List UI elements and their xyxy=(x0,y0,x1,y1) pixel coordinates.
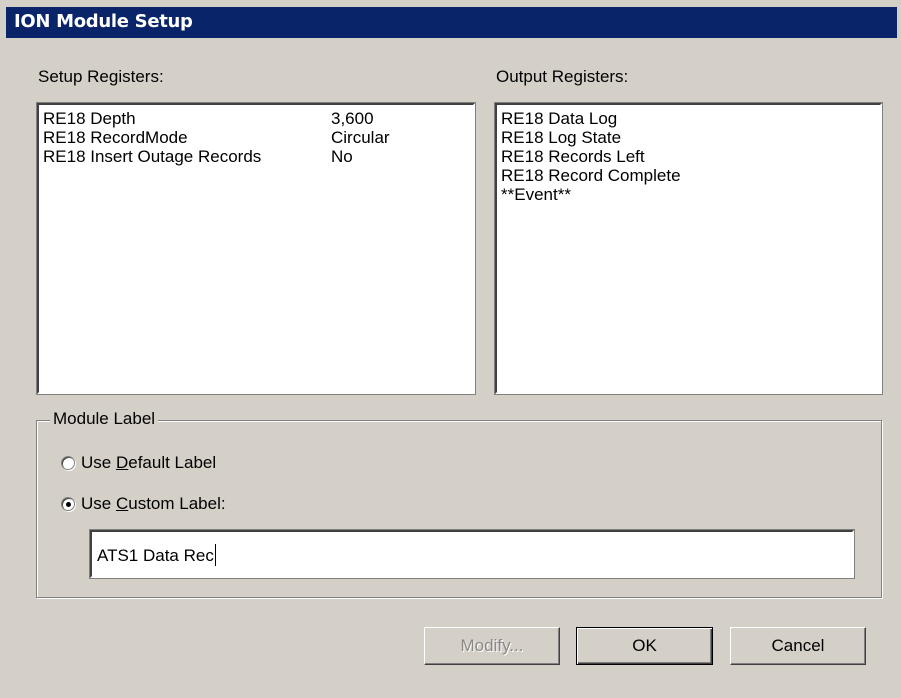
title-bar[interactable]: ION Module Setup xyxy=(6,7,897,38)
list-item[interactable]: RE18 Data Log xyxy=(501,109,617,128)
modify-button[interactable]: Modify... xyxy=(424,627,560,665)
default-label-radio[interactable] xyxy=(61,456,75,470)
register-value: No xyxy=(331,147,353,166)
register-name: RE18 Depth xyxy=(43,109,136,128)
custom-label-text: Use Custom Label: xyxy=(81,494,226,513)
output-registers-label: Output Registers: xyxy=(496,67,629,86)
list-item[interactable]: **Event** xyxy=(501,185,571,204)
setup-registers-label: Setup Registers: xyxy=(38,67,164,86)
register-value: 3,600 xyxy=(331,109,374,128)
ion-module-setup-dialog: ION Module Setup Setup Registers: Output… xyxy=(0,0,901,698)
text-caret xyxy=(215,544,216,566)
custom-label-input[interactable]: ATS1 Data Rec xyxy=(89,529,855,579)
default-label-text: Use Default Label xyxy=(81,453,217,472)
dialog-title: ION Module Setup xyxy=(14,11,193,32)
custom-label-value: ATS1 Data Rec xyxy=(97,546,214,565)
list-item[interactable]: RE18 Records Left xyxy=(501,147,645,166)
list-item[interactable]: RE18 Depth xyxy=(43,109,136,128)
ok-button[interactable]: OK xyxy=(576,627,713,665)
register-name: RE18 Insert Outage Records xyxy=(43,147,262,166)
list-item[interactable]: RE18 Insert Outage Records xyxy=(43,147,261,166)
output-registers-list[interactable]: RE18 Data Log RE18 Log State RE18 Record… xyxy=(494,102,883,395)
setup-registers-list[interactable]: RE18 Depth 3,600 RE18 RecordMode Circula… xyxy=(36,102,476,395)
register-value: Circular xyxy=(331,128,390,147)
radio-selected-dot xyxy=(66,502,71,507)
register-name: RE18 RecordMode xyxy=(43,128,188,147)
list-item[interactable]: RE18 Record Complete xyxy=(501,166,681,185)
cancel-button[interactable]: Cancel xyxy=(730,627,866,665)
custom-label-radio[interactable] xyxy=(61,497,75,511)
list-item[interactable]: RE18 RecordMode xyxy=(43,128,188,147)
module-label-caption: Module Label xyxy=(50,409,159,429)
list-item[interactable]: RE18 Log State xyxy=(501,128,621,147)
